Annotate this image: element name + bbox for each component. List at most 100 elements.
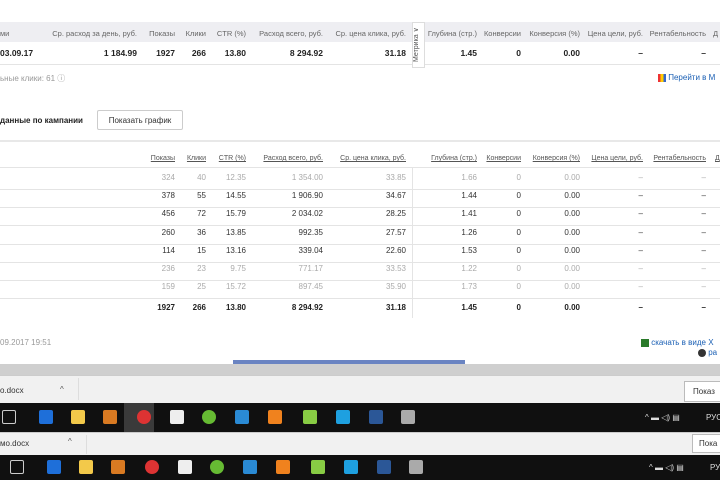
summary-col-header: Конверсия (%) <box>529 29 580 38</box>
table-cell: 0.00 <box>564 264 580 273</box>
table-cell: 34.67 <box>385 191 406 201</box>
column-header-link[interactable]: Расход всего, руб. <box>263 155 323 162</box>
table-cell: 771.17 <box>298 264 323 273</box>
table-cell: – <box>701 245 706 255</box>
table-cell: 55 <box>197 191 206 201</box>
column-header-link[interactable]: Клики <box>187 155 206 162</box>
summary-date: 03.09.17 <box>0 48 34 58</box>
metrika-tab[interactable]: Метрика ∨ <box>412 22 425 68</box>
summary-col-header: CTR (%) <box>216 29 246 38</box>
system-tray-icons[interactable]: ^ ▬ ◁) ▤ <box>649 463 684 472</box>
edge-icon[interactable] <box>39 410 53 424</box>
column-header-link[interactable]: Глубина (стр.) <box>431 155 477 162</box>
music-icon[interactable] <box>311 460 325 474</box>
show-all-downloads-button[interactable]: Показ <box>684 381 720 402</box>
chevron-up-icon[interactable]: ^ <box>60 385 64 394</box>
table-cell: 0.00 <box>564 227 580 237</box>
summary-col-header: Рентабельность <box>649 29 706 38</box>
column-header-link[interactable]: Конверсии <box>486 155 521 162</box>
skype-icon[interactable] <box>344 460 358 474</box>
table-row: 236 23 9.75 771.17 33.53 1.22 0 0.00 – – <box>0 263 720 281</box>
table-cell: 27.57 <box>385 227 406 237</box>
table-row: 114 15 13.16 339.04 22.60 1.53 0 0.00 – – <box>0 245 720 263</box>
table-cell: – <box>701 282 706 292</box>
summary-value: 0 <box>516 48 521 58</box>
file-explorer-icon[interactable] <box>71 410 85 424</box>
globe-icon[interactable] <box>202 410 216 424</box>
word-icon[interactable] <box>369 410 383 424</box>
odnoklassniki-icon[interactable] <box>276 460 290 474</box>
task-view-icon[interactable] <box>2 410 16 424</box>
column-header-link[interactable]: Показы <box>151 155 175 162</box>
table-cell: 339.04 <box>298 245 323 255</box>
chrome-icon[interactable] <box>137 410 151 424</box>
table-cell: – <box>638 173 643 182</box>
music-icon[interactable] <box>303 410 317 424</box>
summary-value: 31.18 <box>384 48 406 58</box>
table-cell: 2 034.02 <box>291 209 323 219</box>
task-view-icon[interactable] <box>10 460 24 474</box>
table-cell: 25 <box>197 282 206 292</box>
total-cell: – <box>638 303 643 312</box>
table-cell: – <box>638 209 643 219</box>
skype-icon[interactable] <box>336 410 350 424</box>
table-cell: 0 <box>516 282 521 292</box>
metrika-icon <box>658 73 666 82</box>
table-cell: 23 <box>197 264 206 273</box>
show-chart-button[interactable]: Показать график <box>97 110 183 130</box>
column-header-link[interactable]: Рентабельность <box>653 155 706 162</box>
summary-value: – <box>638 48 643 58</box>
download-xls-link[interactable]: скачать в виде X <box>641 338 714 347</box>
edge-icon[interactable] <box>47 460 61 474</box>
column-header-link[interactable]: Ср. цена клика, руб. <box>340 155 406 162</box>
store-icon[interactable] <box>170 410 184 424</box>
metrika-link[interactable]: Перейти в М <box>658 73 715 82</box>
summary-value: 1 184.99 <box>103 48 137 58</box>
tool-icon[interactable] <box>409 460 423 474</box>
store-icon[interactable] <box>178 460 192 474</box>
word-icon[interactable] <box>377 460 391 474</box>
summary-value: 1.45 <box>460 48 477 58</box>
show-all-downloads-button-2[interactable]: Пока <box>692 434 720 453</box>
media-player-icon[interactable] <box>103 410 117 424</box>
column-header-link[interactable]: CTR (%) <box>219 155 246 162</box>
table-cell: 0.00 <box>564 209 580 219</box>
table-cell: 1.44 <box>461 191 477 201</box>
table-cell: 15.79 <box>225 209 246 219</box>
summary-value: 0.00 <box>563 48 580 58</box>
metrika-link-text: Перейти в М <box>668 73 716 82</box>
mail-icon[interactable] <box>243 460 257 474</box>
table-row: 260 36 13.85 992.35 27.57 1.26 0 0.00 – – <box>0 227 720 245</box>
column-header-link[interactable]: Цена цели, руб. <box>591 155 643 162</box>
system-tray-icons[interactable]: ^ ▬ ◁) ▤ <box>645 413 680 422</box>
table-cell: 15.72 <box>225 282 246 292</box>
download-file-2[interactable]: мо.docx <box>0 439 29 448</box>
total-cell: 266 <box>192 303 206 312</box>
print-icon <box>698 348 706 357</box>
file-explorer-icon[interactable] <box>79 460 93 474</box>
column-header-link[interactable]: Д <box>715 155 720 162</box>
tool-icon[interactable] <box>401 410 415 424</box>
language-indicator[interactable]: РУС <box>710 463 720 472</box>
summary-value: 1927 <box>156 48 175 58</box>
language-indicator[interactable]: РУС <box>706 413 720 422</box>
globe-icon[interactable] <box>210 460 224 474</box>
media-player-icon[interactable] <box>111 460 125 474</box>
summary-col-header: Клики <box>185 29 206 38</box>
print-link[interactable]: ра <box>698 348 717 357</box>
total-cell: 31.18 <box>385 303 406 312</box>
chevron-up-icon[interactable]: ^ <box>68 437 72 446</box>
summary-col-header: Д <box>713 29 719 38</box>
help-icon[interactable]: ⓘ <box>57 74 65 83</box>
chrome-icon[interactable] <box>145 460 159 474</box>
table-cell: – <box>701 173 706 182</box>
table-cell: 159 <box>161 282 175 292</box>
download-file[interactable]: o.docx <box>0 386 24 395</box>
mail-icon[interactable] <box>235 410 249 424</box>
column-header-link[interactable]: Конверсия (%) <box>533 155 580 162</box>
clicks-note: ьные клики: 61 ⓘ <box>0 73 65 84</box>
odnoklassniki-icon[interactable] <box>268 410 282 424</box>
table-cell: 33.85 <box>385 173 406 182</box>
total-cell: 13.80 <box>225 303 246 312</box>
scrollbar-area[interactable] <box>0 364 720 375</box>
